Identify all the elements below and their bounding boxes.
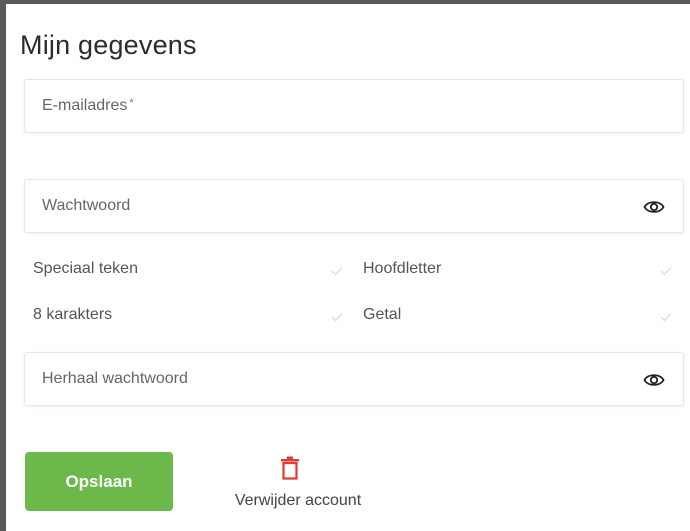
rule-special-char: Speciaal teken (33, 260, 138, 277)
password-label: Wachtwoord (42, 197, 131, 214)
check-icon (660, 266, 672, 276)
save-button[interactable]: Opslaan (25, 452, 173, 511)
email-label: E-mailadres * (42, 97, 134, 114)
check-icon (331, 312, 343, 322)
page-title: Mijn gegevens (20, 30, 197, 61)
delete-account-label: Verwijder account (234, 492, 362, 509)
password-field[interactable]: Wachtwoord (24, 179, 684, 233)
repeat-password-label: Herhaal wachtwoord (42, 370, 188, 387)
eye-icon[interactable] (643, 197, 665, 217)
delete-account-button[interactable]: Verwijder account (222, 456, 374, 512)
rule-uppercase: Hoofdletter (363, 260, 442, 277)
window-frame-top (0, 0, 690, 4)
repeat-password-field[interactable]: Herhaal wachtwoord (24, 352, 684, 406)
check-icon (331, 266, 343, 276)
rule-min-length: 8 karakters (33, 306, 113, 323)
check-icon (660, 312, 672, 322)
rule-number: Getal (363, 306, 402, 323)
window-frame-left (0, 0, 6, 531)
eye-icon[interactable] (643, 370, 665, 390)
required-mark: * (129, 97, 134, 109)
email-field[interactable]: E-mailadres * (24, 79, 684, 133)
trash-icon (280, 456, 300, 480)
